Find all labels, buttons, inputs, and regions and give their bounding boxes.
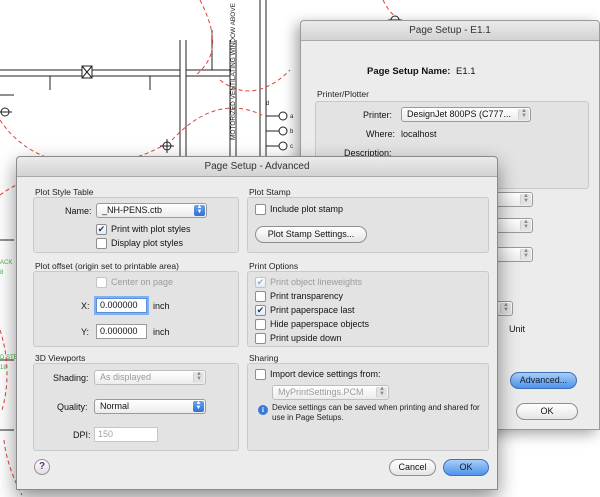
printer-popup[interactable]: DesignJet 800PS (C777... ▲ ▼ — [401, 107, 531, 122]
advanced-dialog-title[interactable]: Page Setup - Advanced — [17, 157, 497, 177]
page-setup-ok-button[interactable]: OK — [516, 403, 578, 420]
x-offset-field[interactable]: 0.000000 — [96, 298, 147, 313]
chevron-updown-icon: ▲ ▼ — [376, 386, 387, 398]
print-with-plot-styles-checkbox[interactable]: ✔ — [96, 224, 107, 235]
print-paperspace-last-label[interactable]: Print paperspace last — [270, 305, 355, 315]
chevron-updown-icon: ▲ ▼ — [194, 204, 205, 216]
info-icon: i — [258, 405, 268, 415]
print-upside-down-checkbox[interactable] — [255, 333, 266, 344]
print-options-title: Print Options — [249, 261, 299, 271]
page-setup-advanced-dialog: Page Setup - Advanced Plot Style Table N… — [16, 156, 498, 490]
print-transparency-label[interactable]: Print transparency — [270, 291, 343, 301]
cad-label-ack: ACK — [0, 260, 13, 266]
chevron-updown-icon: ▲ ▼ — [500, 302, 511, 314]
printer-group-title: Printer/Plotter — [317, 89, 369, 99]
device-settings-file-popup[interactable]: MyPrintSettings.PCM ▲ ▼ — [272, 385, 389, 400]
quality-popup[interactable]: Normal ▲ ▼ — [94, 399, 206, 414]
shading-popup[interactable]: As displayed ▲ ▼ — [94, 370, 206, 385]
print-object-lineweights-label[interactable]: Print object lineweights — [270, 277, 362, 287]
ok-button[interactable]: OK — [443, 459, 489, 476]
x-offset-unit: inch — [153, 301, 170, 311]
print-paperspace-last-checkbox[interactable]: ✔ — [255, 305, 266, 316]
plot-offset-title: Plot offset (origin set to printable are… — [35, 261, 179, 271]
cad-vertical-label: MOTORIZED VENTILATING WINDOW ABOVE — [230, 2, 237, 140]
sharing-info-text: Device settings can be saved when printi… — [272, 403, 480, 422]
advanced-button[interactable]: Advanced... — [510, 372, 577, 389]
cad-switch-label-c: c — [290, 144, 293, 150]
chevron-updown-icon: ▲ ▼ — [518, 108, 529, 120]
plot-stamp-settings-button[interactable]: Plot Stamp Settings... — [255, 226, 367, 243]
print-with-plot-styles-label[interactable]: Print with plot styles — [111, 224, 191, 234]
quality-popup-value: Normal — [100, 401, 130, 411]
print-object-lineweights-checkbox[interactable]: ✔ — [255, 277, 266, 288]
x-offset-label: X: — [81, 301, 90, 311]
chevron-updown-icon: ▲ ▼ — [520, 193, 531, 205]
plot-style-table-title: Plot Style Table — [35, 187, 94, 197]
cancel-button[interactable]: Cancel — [389, 459, 436, 476]
printer-popup-value: DesignJet 800PS (C777... — [407, 109, 512, 119]
chevron-updown-icon: ▲ ▼ — [193, 400, 204, 412]
plot-style-name-value: _NH-PENS.ctb — [102, 205, 163, 215]
y-offset-label: Y: — [81, 327, 90, 337]
import-device-settings-label[interactable]: Import device settings from: — [270, 369, 381, 379]
quality-label: Quality: — [57, 402, 88, 412]
y-offset-unit: inch — [153, 327, 170, 337]
help-button[interactable]: ? — [34, 459, 50, 475]
import-device-settings-checkbox[interactable] — [255, 369, 266, 380]
chevron-updown-icon: ▲ ▼ — [520, 219, 531, 231]
hide-paperspace-objects-label[interactable]: Hide paperspace objects — [270, 319, 369, 329]
page-setup-name-label: Page Setup Name: — [367, 66, 451, 77]
dpi-field[interactable]: 150 — [94, 427, 158, 442]
page-setup-name-value: E1.1 — [456, 66, 476, 77]
shading-popup-value: As displayed — [100, 372, 152, 382]
center-on-page-label[interactable]: Center on page — [111, 277, 173, 287]
center-on-page-checkbox[interactable] — [96, 277, 107, 288]
where-value: localhost — [401, 129, 437, 139]
chevron-updown-icon: ▲ ▼ — [520, 248, 531, 260]
cad-switch-label-b: b — [290, 129, 294, 135]
plot-stamp-title: Plot Stamp — [249, 187, 291, 197]
plot-style-name-popup[interactable]: _NH-PENS.ctb ▲ ▼ — [96, 203, 207, 218]
cad-switch-label-a: a — [290, 114, 294, 120]
display-plot-styles-label[interactable]: Display plot styles — [111, 238, 183, 248]
sharing-title: Sharing — [249, 353, 279, 363]
device-settings-file-value: MyPrintSettings.PCM — [278, 387, 364, 397]
hide-paperspace-objects-checkbox[interactable] — [255, 319, 266, 330]
print-upside-down-label[interactable]: Print upside down — [270, 333, 342, 343]
include-plot-stamp-checkbox[interactable] — [255, 204, 266, 215]
shading-label: Shading: — [53, 373, 89, 383]
chevron-updown-icon: ▲ ▼ — [193, 371, 204, 383]
page-setup-title[interactable]: Page Setup - E1.1 — [301, 21, 599, 41]
unit-label: Unit — [509, 324, 526, 334]
print-transparency-checkbox[interactable] — [255, 291, 266, 302]
cad-label-18: 18 — [0, 365, 7, 371]
where-label: Where: — [366, 129, 396, 139]
display-plot-styles-checkbox[interactable] — [96, 238, 107, 249]
dpi-label: DPI: — [73, 430, 91, 440]
cad-label-8: 8 — [0, 270, 4, 276]
include-plot-stamp-label[interactable]: Include plot stamp — [270, 204, 343, 214]
plot-style-name-label: Name: — [65, 206, 92, 216]
viewports-3d-title: 3D Viewports — [35, 353, 86, 363]
printer-label: Printer: — [363, 110, 393, 120]
y-offset-field[interactable]: 0.000000 — [96, 324, 147, 339]
cad-switch-label-d: d — [266, 101, 269, 107]
